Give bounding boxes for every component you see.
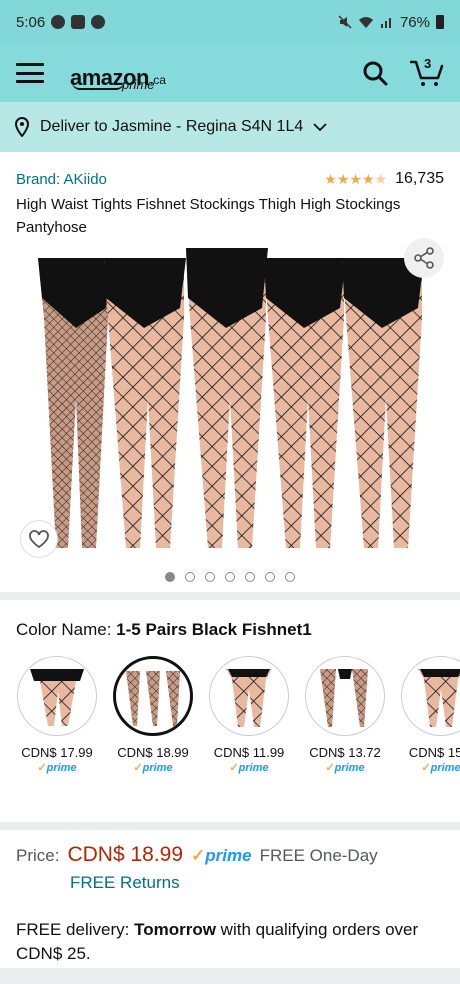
logo-prime: prime [122,77,155,92]
swatch-image [209,656,289,736]
delivery-prefix: FREE delivery: [16,920,135,939]
swatch-image [113,656,193,736]
carousel-dot[interactable] [245,572,255,582]
color-swatch[interactable]: CDN$ 15.9 ✓prime [400,656,460,774]
star-icon: ★ [349,171,362,187]
star-icon: ★ [361,171,375,187]
swatch-image [401,656,460,736]
prime-badge: ✓prime [191,846,252,865]
carousel-dot[interactable] [185,572,195,582]
battery-text: 76% [399,13,430,31]
carousel-dot[interactable] [205,572,215,582]
swatch-price: CDN$ 17.99 [21,745,93,760]
free-one-day: FREE One-Day [259,846,378,865]
share-icon [414,247,434,269]
wifi-icon [358,17,373,28]
color-swatches: CDN$ 17.99 ✓prime CDN$ 18.99 ✓prime CDN$… [16,656,460,774]
color-label-text: Color Name: [16,620,112,639]
star-icon: ★ [324,171,337,187]
rating[interactable]: ★ ★ ★ ★ ★ 16,735 [324,170,444,188]
color-swatch[interactable]: CDN$ 11.99 ✓prime [208,656,290,774]
price-label: Price: [16,846,60,865]
deliver-to-bar[interactable]: Deliver to Jasmine - Regina S4N 1L4 [0,102,460,152]
spotify-icon [91,15,106,29]
delivery-day: Tomorrow [134,920,216,939]
carousel-dot[interactable] [265,572,275,582]
product-image[interactable] [24,238,424,566]
rating-count: 16,735 [395,170,444,187]
rating-stars: ★ ★ ★ ★ ★ [324,172,387,186]
star-icon: ★ [336,171,350,187]
color-name-label: Color Name: 1-5 Pairs Black Fishnet1 [16,620,312,640]
carousel-dot[interactable] [285,572,295,582]
delivery-info: FREE delivery: Tomorrow with qualifying … [16,918,446,966]
swatch-image [17,656,97,736]
chevron-down-icon [313,123,327,132]
section-divider [0,968,460,984]
search-icon[interactable] [362,60,388,86]
wishlist-button[interactable] [20,520,58,558]
section-divider [0,592,460,600]
star-half-icon: ★ [374,171,388,187]
menu-icon[interactable] [16,63,44,83]
color-swatch[interactable]: CDN$ 13.72 ✓prime [304,656,386,774]
header-actions: 3 [362,56,444,88]
app-header: amazon .ca prime 3 [0,44,460,102]
status-bar: 5:06 76% [0,0,460,44]
price-row: Price: CDN$ 18.99 ✓prime FREE One-Day [16,843,446,867]
swatch-price: CDN$ 11.99 [213,745,285,760]
amazon-logo[interactable]: amazon .ca prime [70,55,166,92]
status-time: 5:06 [16,13,46,31]
brand-link[interactable]: Brand: AKiido [16,171,107,188]
section-divider [0,822,460,830]
carousel-dots [0,572,460,582]
model-legs [38,248,424,548]
carousel-dot[interactable] [165,572,175,582]
location-pin-icon [14,117,30,137]
cart-button[interactable]: 3 [409,56,444,88]
swatch-prime-badge: ✓prime [37,762,77,774]
product-title: High Waist Tights Fishnet Stockings Thig… [16,196,401,236]
status-right: 76% [338,14,444,31]
swatch-prime-badge: ✓prime [325,762,365,774]
cart-count: 3 [424,56,432,71]
swatch-price: CDN$ 15.9 [408,745,460,760]
deliver-text: Deliver to Jasmine - Regina S4N 1L4 [40,118,304,135]
color-swatch-selected[interactable]: CDN$ 18.99 ✓prime [112,656,194,774]
swatch-prime-badge: ✓prime [421,762,460,774]
brand-row: Brand: AKiido ★ ★ ★ ★ ★ 16,735 [16,170,444,188]
gallery-icon [71,15,86,29]
heart-icon [29,530,49,549]
color-swatch[interactable]: CDN$ 17.99 ✓prime [16,656,98,774]
mute-icon [338,15,352,29]
notification-icon [51,15,66,29]
color-selected-value: 1-5 Pairs Black Fishnet1 [116,620,312,639]
status-left: 5:06 [16,13,106,31]
swatch-prime-badge: ✓prime [133,762,173,774]
swatch-price: CDN$ 13.72 [309,745,381,760]
swatch-image [305,656,385,736]
logo-smile-icon [72,82,124,90]
swatch-price: CDN$ 18.99 [117,745,189,760]
carousel-dot[interactable] [225,572,235,582]
share-button[interactable] [404,238,444,278]
free-returns-link[interactable]: FREE Returns [70,873,180,893]
price-value: CDN$ 18.99 [67,843,184,866]
signal-icon [380,18,391,28]
battery-icon [436,15,444,29]
swatch-prime-badge: ✓prime [229,762,269,774]
